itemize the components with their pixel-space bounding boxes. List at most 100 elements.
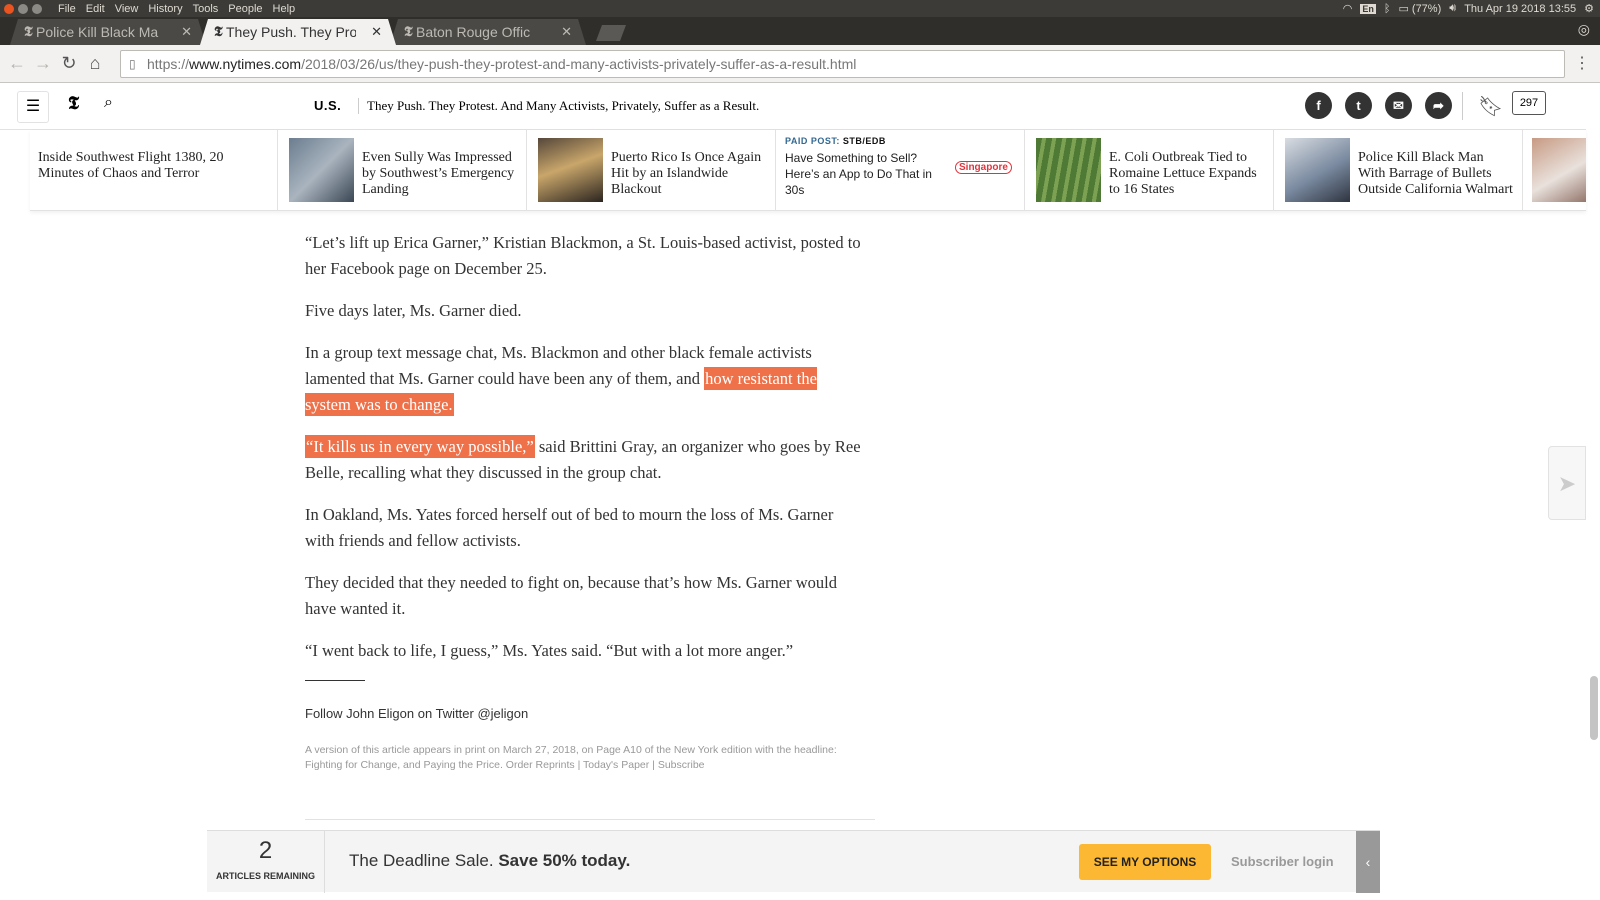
keyboard-layout-indicator[interactable]: En — [1360, 3, 1376, 14]
article-paragraph: “I went back to life, I guess,” Ms. Yate… — [305, 641, 794, 660]
battery-indicator[interactable]: ▭ (77%) — [1398, 2, 1441, 15]
window-maximize-button[interactable] — [32, 3, 42, 14]
masthead-headline: They Push. They Protest. And Many Activi… — [358, 98, 759, 114]
section-label[interactable]: U.S. — [314, 98, 341, 113]
story-ribbon: Inside Southwest Flight 1380, 20 Minutes… — [30, 130, 1586, 211]
page-info-icon[interactable]: ▯ — [129, 51, 136, 77]
articles-remaining-label: ARTICLES REMAINING — [216, 871, 315, 881]
home-icon[interactable]: ⌂ — [82, 53, 108, 74]
highlighted-quote[interactable]: “It kills us in every way possible,” — [305, 435, 535, 458]
offer-text: The Deadline Sale. — [349, 851, 499, 870]
menu-view[interactable]: View — [115, 3, 139, 15]
window-close-button[interactable] — [4, 3, 14, 14]
sections-menu-icon[interactable]: ☰ — [17, 91, 49, 123]
next-article-arrow-icon[interactable]: ➤ — [1548, 446, 1586, 520]
address-bar[interactable]: ▯ https://www.nytimes.com/2018/03/26/us/… — [120, 50, 1565, 78]
tab-baton-rouge[interactable]: 𝕿 Baton Rouge Offic ✕ — [390, 19, 586, 45]
article-body: “Let’s lift up Erica Garner,” Kristian B… — [305, 230, 865, 773]
menu-file[interactable]: File — [58, 3, 76, 15]
tab-they-push[interactable]: 𝕿 They Push. They Pro ✕ — [200, 19, 396, 45]
url-host: www.nytimes.com — [189, 56, 302, 72]
ribbon-item-title: Puerto Rico Is Once Again Hit by an Isla… — [611, 150, 762, 197]
ribbon-item-title: Inside Southwest Flight 1380, 20 Minutes… — [38, 150, 224, 181]
ribbon-item[interactable]: Inside Southwest Flight 1380, 20 Minutes… — [30, 130, 278, 210]
singapore-logo-icon: Singapore — [955, 161, 1012, 174]
nyt-logo-icon[interactable]: 𝕿 — [68, 93, 79, 114]
twitter-share-icon[interactable]: t — [1345, 92, 1372, 119]
browser-toolbar: ← → ↻ ⌂ ▯ https://www.nytimes.com/2018/0… — [0, 45, 1600, 83]
email-share-icon[interactable]: ✉ — [1385, 92, 1412, 119]
author-follow-link[interactable]: Follow John Eligon on Twitter @jeligon — [305, 701, 865, 727]
collapse-chevron-icon[interactable]: ‹ — [1356, 831, 1380, 893]
menu-help[interactable]: Help — [273, 3, 296, 15]
tab-close-icon[interactable]: ✕ — [371, 19, 382, 45]
offer-emphasis: Save 50% today. — [498, 851, 631, 870]
tab-close-icon[interactable]: ✕ — [561, 19, 572, 45]
ribbon-item-paid-post[interactable]: PAID POST: STB/EDB Have Something to Sel… — [777, 130, 1025, 210]
subscriber-login-link[interactable]: Subscriber login — [1231, 854, 1334, 869]
paid-post-label: PAID POST: STB/EDB — [785, 136, 886, 146]
menu-people[interactable]: People — [228, 3, 262, 15]
see-my-options-button[interactable]: SEE MY OPTIONS — [1079, 844, 1211, 880]
ribbon-item[interactable]: Puerto Rico Is Once Again Hit by an Isla… — [528, 130, 776, 210]
order-reprints-link[interactable]: Order Reprints — [506, 759, 575, 771]
tab-police-kill[interactable]: 𝕿 Police Kill Black Ma ✕ — [10, 19, 206, 45]
articles-remaining-counter: 2 ARTICLES REMAINING — [207, 831, 325, 893]
volume-icon[interactable]: 🔊︎ — [1449, 2, 1456, 15]
ribbon-item-title: E. Coli Outbreak Tied to Romaine Lettuce… — [1109, 150, 1257, 197]
nyt-favicon-icon: 𝕿 — [24, 24, 33, 40]
facebook-share-icon[interactable]: f — [1305, 92, 1332, 119]
ribbon-item-title: Police Kill Black Man With Barrage of Bu… — [1358, 150, 1513, 197]
window-minimize-button[interactable] — [18, 3, 28, 14]
ribbon-item[interactable]: E. Coli Outbreak Tied to Romaine Lettuce… — [1026, 130, 1274, 210]
nyt-favicon-icon: 𝕿 — [404, 24, 413, 40]
battery-icon: ▭ — [1398, 3, 1409, 15]
incognito-icon: ◎ — [1577, 21, 1590, 37]
menu-edit[interactable]: Edit — [86, 3, 105, 15]
ribbon-item[interactable]: Police Kill Black Man With Barrage of Bu… — [1275, 130, 1523, 210]
reload-icon[interactable]: ↻ — [56, 53, 82, 74]
article-paragraph: In a group text message chat, Ms. Blackm… — [305, 340, 865, 418]
settings-gear-icon[interactable]: ⚙ — [1584, 2, 1594, 15]
todays-paper-link[interactable]: Today's Paper — [583, 759, 649, 771]
menu-tools[interactable]: Tools — [193, 3, 219, 15]
paywall-banner: 2 ARTICLES REMAINING The Deadline Sale. … — [207, 830, 1380, 893]
new-tab-button[interactable] — [596, 25, 626, 41]
system-tray: ◠ En ᛒ ▭ (77%) 🔊︎ Thu Apr 19 2018 13:55 … — [1343, 0, 1594, 17]
tab-close-icon[interactable]: ✕ — [181, 19, 192, 45]
web-page: ☰ 𝕿 ⌕ U.S. They Push. They Protest. And … — [0, 84, 1600, 900]
back-arrow-icon[interactable]: ← — [4, 53, 30, 74]
system-menubar: File Edit View History Tools People Help… — [0, 0, 1600, 17]
page-scrollbar[interactable] — [1588, 84, 1600, 900]
bluetooth-icon[interactable]: ᛒ — [1384, 3, 1391, 15]
search-icon[interactable]: ⌕ — [104, 94, 113, 112]
browser-menu-icon[interactable]: ⋮ — [1574, 53, 1590, 73]
ribbon-thumbnail — [1532, 138, 1586, 202]
save-bookmark-icon[interactable]: 🔖︎ — [1478, 94, 1503, 119]
window-controls — [4, 3, 42, 14]
article-paragraph: Five days later, Ms. Garner died. — [305, 301, 522, 320]
tab-strip: 𝕿 Police Kill Black Ma ✕ 𝕿 Baton Rouge O… — [0, 17, 1600, 45]
more-share-icon[interactable]: ➦ — [1425, 92, 1452, 119]
url-path: /2018/03/26/us/they-push-they-protest-an… — [301, 56, 857, 72]
scrollbar-thumb[interactable] — [1590, 676, 1598, 740]
comments-button[interactable]: 297 — [1512, 91, 1546, 115]
article-paragraph: “It kills us in every way possible,” sai… — [305, 434, 865, 486]
subscribe-link[interactable]: Subscribe — [658, 759, 705, 771]
paid-post-sponsor: STB/EDB — [842, 136, 886, 146]
menu-history[interactable]: History — [148, 3, 182, 15]
battery-percent: (77%) — [1411, 3, 1442, 15]
forward-arrow-icon[interactable]: → — [30, 53, 56, 74]
clock[interactable]: Thu Apr 19 2018 13:55 — [1464, 3, 1576, 15]
article-paragraph: In Oakland, Ms. Yates forced herself out… — [305, 505, 834, 550]
ribbon-thumbnail — [538, 138, 603, 202]
section-divider — [305, 680, 365, 681]
ribbon-item-title: Have Something to Sell? Here’s an App to… — [785, 151, 932, 197]
wifi-icon[interactable]: ◠ — [1343, 2, 1353, 15]
articles-remaining-count: 2 — [258, 837, 273, 864]
ribbon-thumbnail — [1285, 138, 1350, 202]
ribbon-thumbnail — [289, 138, 354, 202]
article-paragraph: They decided that they needed to fight o… — [305, 573, 837, 618]
ribbon-item[interactable] — [1524, 130, 1586, 210]
ribbon-item[interactable]: Even Sully Was Impressed by Southwest’s … — [279, 130, 527, 210]
